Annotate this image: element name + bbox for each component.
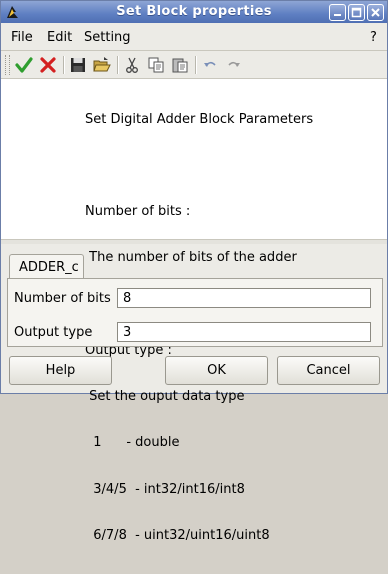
redo-icon[interactable]: [225, 56, 243, 74]
toolbar-separator: [195, 56, 197, 74]
type-param-desc: Set the ouput data type: [85, 389, 245, 405]
ok-button[interactable]: OK: [165, 356, 268, 385]
close-icon: [371, 8, 380, 17]
output-type-label: Output type: [14, 325, 93, 340]
bits-label: Number of bits: [14, 291, 111, 306]
tab-label: ADDER_c: [19, 260, 79, 275]
close-window-button[interactable]: [367, 4, 384, 21]
undo-icon[interactable]: [201, 56, 219, 74]
bits-param-title: Number of bits :: [85, 204, 191, 220]
ok-check-icon[interactable]: [15, 56, 33, 74]
bits-param-desc: The number of bits of the adder: [85, 250, 297, 266]
bits-input[interactable]: [117, 288, 371, 308]
description-panel: Set Digital Adder Block Parameters Numbe…: [1, 79, 387, 543]
cut-icon[interactable]: [123, 56, 141, 74]
output-type-input[interactable]: [117, 322, 371, 342]
menu-bar: File Edit Setting ?: [1, 24, 387, 51]
save-icon[interactable]: [69, 56, 87, 74]
parameters-panel: Number of bits Output type: [7, 278, 383, 347]
toolbar-separator: [117, 56, 119, 74]
title-bar[interactable]: Set Block properties: [1, 1, 387, 23]
menu-edit[interactable]: Edit: [47, 30, 72, 45]
type-option-uint: 6/7/8 - uint32/uint16/uint8: [85, 527, 270, 543]
dialog-window: Set Block properties File Edit Setting ?: [0, 0, 388, 543]
maximize-icon: [351, 7, 362, 18]
minimize-button[interactable]: [329, 4, 346, 21]
toolbar: [1, 51, 387, 79]
type-option-double: 1 - double: [85, 435, 180, 451]
menu-help[interactable]: ?: [370, 30, 377, 45]
toolbar-separator: [63, 56, 65, 74]
paste-icon[interactable]: [171, 56, 189, 74]
cancel-button[interactable]: Cancel: [277, 356, 380, 385]
description-heading: Set Digital Adder Block Parameters: [85, 111, 314, 127]
minimize-icon: [334, 14, 341, 16]
open-folder-icon[interactable]: [93, 56, 111, 74]
pane-divider[interactable]: [1, 239, 387, 244]
toolbar-handle[interactable]: [5, 55, 10, 75]
tab-adder-c[interactable]: ADDER_c: [9, 254, 84, 279]
maximize-button[interactable]: [348, 4, 365, 21]
type-option-int: 3/4/5 - int32/int16/int8: [85, 481, 245, 497]
menu-setting[interactable]: Setting: [84, 30, 131, 45]
cancel-x-icon[interactable]: [39, 56, 57, 74]
menu-file[interactable]: File: [11, 30, 33, 45]
help-button[interactable]: Help: [9, 356, 112, 385]
copy-icon[interactable]: [147, 56, 165, 74]
